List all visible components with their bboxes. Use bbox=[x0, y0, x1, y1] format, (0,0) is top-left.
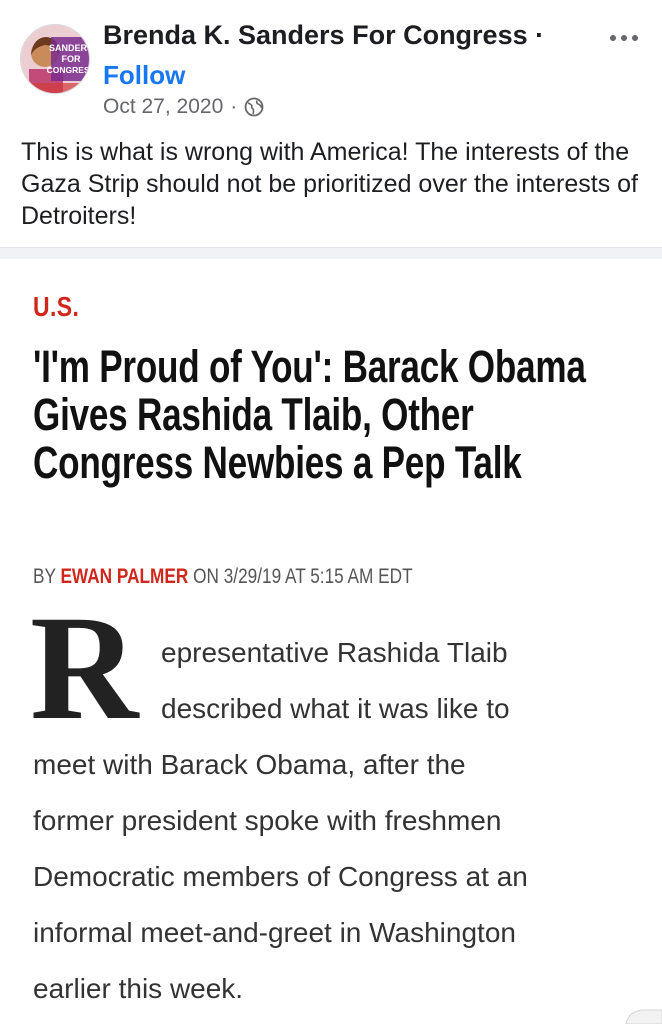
post-caption: This is what is wrong with America! The … bbox=[21, 138, 638, 230]
article-body-line: informal meet-and-greet in Washington bbox=[33, 917, 516, 948]
avatar-text-2: FOR bbox=[62, 54, 81, 64]
post-date[interactable]: Oct 27, 2020 bbox=[103, 95, 223, 119]
article-body-line: described what it was like to bbox=[161, 693, 510, 724]
byline-date: ON 3/29/19 AT 5:15 AM EDT bbox=[188, 565, 413, 588]
page-avatar[interactable]: SANDERS FOR CONGRESS bbox=[20, 24, 90, 94]
more-horizontal-icon bbox=[610, 35, 638, 41]
article-body-line: epresentative Rashida Tlaib bbox=[161, 637, 508, 668]
article-body-line: former president spoke with freshmen bbox=[33, 805, 502, 836]
post-meta: Oct 27, 2020 · bbox=[103, 95, 264, 119]
avatar-text-1: SANDERS bbox=[49, 43, 90, 53]
globe-icon bbox=[244, 97, 264, 117]
avatar-text-3: CONGRESS bbox=[47, 65, 90, 75]
article-headline: 'I'm Proud of You': Barack Obama Gives R… bbox=[33, 341, 586, 488]
article-dropcap: R bbox=[30, 585, 139, 751]
shared-article-image[interactable]: U.S. 'I'm Proud of You': Barack Obama Gi… bbox=[0, 259, 662, 1024]
caption-divider bbox=[0, 247, 662, 259]
meta-separator: · bbox=[230, 95, 238, 118]
image-corner-fold bbox=[622, 1000, 662, 1024]
more-options-button[interactable] bbox=[604, 24, 644, 48]
avatar-image: SANDERS FOR CONGRESS bbox=[21, 25, 90, 93]
article-section-tag: U.S. bbox=[33, 291, 80, 322]
post-header: SANDERS FOR CONGRESS Brenda K. Sanders F… bbox=[0, 0, 662, 130]
page-name-link[interactable]: Brenda K. Sanders For Congress · bbox=[103, 20, 544, 51]
article-body-line: Democratic members of Congress at an bbox=[33, 861, 528, 892]
article-body-line: meet with Barack Obama, after the bbox=[33, 749, 466, 780]
article-body-line: earlier this week. bbox=[33, 973, 244, 1004]
follow-button[interactable]: Follow bbox=[103, 60, 185, 91]
